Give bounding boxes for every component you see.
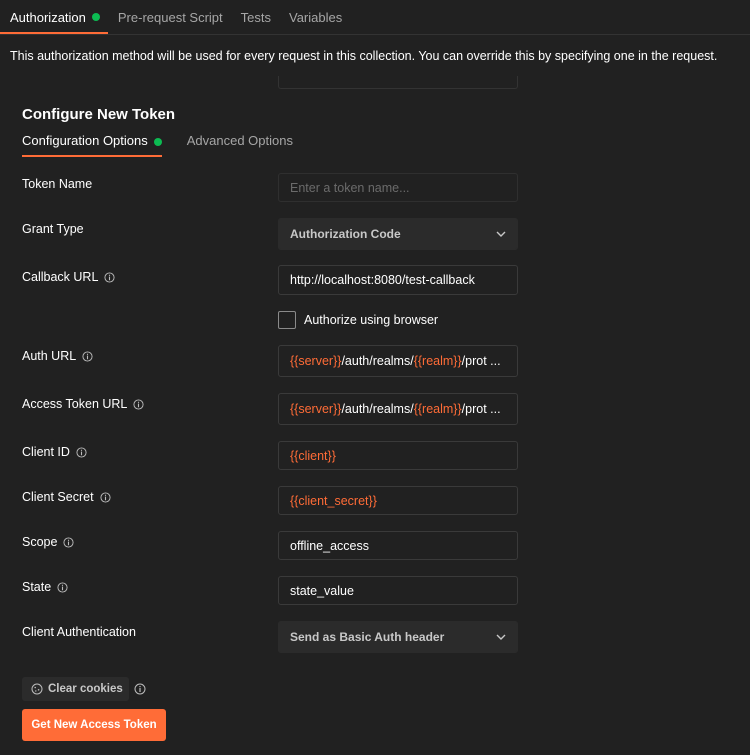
tab-pre-request-script-label: Pre-request Script: [117, 9, 223, 25]
authorize-browser-label: Authorize using browser: [304, 313, 439, 327]
scope-field[interactable]: offline_access: [278, 531, 518, 560]
callback-url-label-text: Callback URL: [22, 270, 99, 284]
client-auth-select[interactable]: Send as Basic Auth header: [278, 621, 518, 653]
client-id-value: {{client}}: [290, 448, 336, 463]
callback-url-field[interactable]: http://localhost:8080/test-callback: [278, 265, 518, 295]
access-token-url-var-server: {{server}}: [290, 402, 342, 416]
state-label-text: State: [22, 580, 52, 594]
status-dot-icon: [153, 138, 162, 146]
tab-configuration-options[interactable]: Configuration Options: [22, 130, 162, 157]
tab-pre-request-script[interactable]: Pre-request Script: [108, 0, 231, 34]
auth-url-tail: /prot ...: [461, 354, 501, 368]
client-secret-label: Client Secret: [22, 490, 111, 504]
client-auth-value: Send as Basic Auth header: [290, 630, 445, 644]
tab-authorization[interactable]: Authorization: [0, 0, 108, 34]
auth-url-var-server: {{server}}: [290, 354, 342, 368]
info-icon[interactable]: [134, 683, 146, 695]
client-secret-value: {{client_secret}}: [290, 493, 377, 508]
auth-url-var-realm: {{realm}}: [413, 354, 462, 368]
auth-url-path: /auth/realms/: [341, 354, 414, 368]
auth-url-field[interactable]: {{server}}/auth/realms/{{realm}}/prot ..…: [278, 345, 518, 377]
state-field[interactable]: state_value: [278, 576, 518, 605]
clear-cookies-label: Clear cookies: [48, 683, 123, 695]
access-token-url-label-text: Access Token URL: [22, 397, 128, 411]
client-secret-label-text: Client Secret: [22, 490, 94, 504]
access-token-url-var-realm: {{realm}}: [413, 402, 462, 416]
get-new-access-token-button[interactable]: Get New Access Token: [22, 709, 166, 741]
access-token-url-field[interactable]: {{server}}/auth/realms/{{realm}}/prot ..…: [278, 393, 518, 425]
token-name-label-text: Token Name: [22, 177, 93, 191]
tab-tests-label: Tests: [240, 9, 271, 25]
tab-authorization-label: Authorization: [10, 9, 86, 25]
client-auth-label-text: Client Authentication: [22, 625, 136, 639]
info-icon[interactable]: [76, 446, 87, 458]
chevron-down-icon: [496, 231, 506, 237]
tab-advanced-options-label: Advanced Options: [186, 133, 293, 148]
token-name-label: Token Name: [22, 177, 92, 191]
auth-url-label: Auth URL: [22, 349, 93, 363]
tab-bar: Authorization Pre-request Script Tests V…: [0, 0, 750, 34]
client-id-label: Client ID: [22, 445, 87, 459]
grant-type-select[interactable]: Authorization Code: [278, 218, 518, 250]
access-token-url-label: Access Token URL: [22, 397, 144, 411]
access-token-url-path: /auth/realms/: [341, 402, 414, 416]
info-icon[interactable]: [82, 350, 93, 362]
authorize-browser-checkbox[interactable]: [278, 311, 296, 329]
client-secret-field[interactable]: {{client_secret}}: [278, 486, 518, 515]
get-new-access-token-label: Get New Access Token: [31, 719, 157, 731]
scrolled-field-edge: [278, 76, 518, 89]
callback-url-value: http://localhost:8080/test-callback: [290, 273, 475, 287]
auth-url-label-text: Auth URL: [22, 349, 77, 363]
grant-type-value: Authorization Code: [290, 227, 401, 241]
tab-variables[interactable]: Variables: [279, 0, 350, 34]
info-icon[interactable]: [100, 491, 111, 503]
client-id-field[interactable]: {{client}}: [278, 441, 518, 470]
access-token-url-tail: /prot ...: [461, 402, 501, 416]
tab-variables-label: Variables: [289, 9, 343, 25]
tab-advanced-options[interactable]: Advanced Options: [187, 130, 293, 157]
tab-tests[interactable]: Tests: [231, 0, 279, 34]
callback-url-label: Callback URL: [22, 270, 115, 284]
auth-description: This authorization method will be used f…: [10, 49, 718, 63]
grant-type-label: Grant Type: [22, 222, 84, 236]
chevron-down-icon: [496, 634, 506, 640]
client-id-label-text: Client ID: [22, 445, 70, 459]
info-icon[interactable]: [57, 581, 68, 593]
status-dot-icon: [91, 13, 100, 21]
state-label: State: [22, 580, 68, 594]
scope-value: offline_access: [290, 538, 369, 553]
client-auth-label: Client Authentication: [22, 625, 136, 639]
tab-configuration-options-label: Configuration Options: [22, 133, 148, 148]
token-name-field[interactable]: [278, 173, 518, 202]
authorize-browser-row[interactable]: Authorize using browser: [278, 311, 438, 329]
config-subtabs: Configuration Options Advanced Options: [22, 130, 293, 157]
token-name-input[interactable]: [290, 180, 506, 195]
cookie-icon: [31, 683, 43, 695]
section-title: Configure New Token: [22, 106, 176, 123]
info-icon[interactable]: [63, 536, 74, 548]
grant-type-label-text: Grant Type: [22, 222, 84, 236]
scope-label-text: Scope: [22, 535, 58, 549]
info-icon[interactable]: [104, 271, 115, 283]
clear-cookies-button[interactable]: Clear cookies: [22, 677, 129, 701]
tab-bar-divider: [0, 34, 750, 35]
info-icon[interactable]: [133, 398, 144, 410]
scope-label: Scope: [22, 535, 74, 549]
state-value: state_value: [290, 583, 354, 598]
